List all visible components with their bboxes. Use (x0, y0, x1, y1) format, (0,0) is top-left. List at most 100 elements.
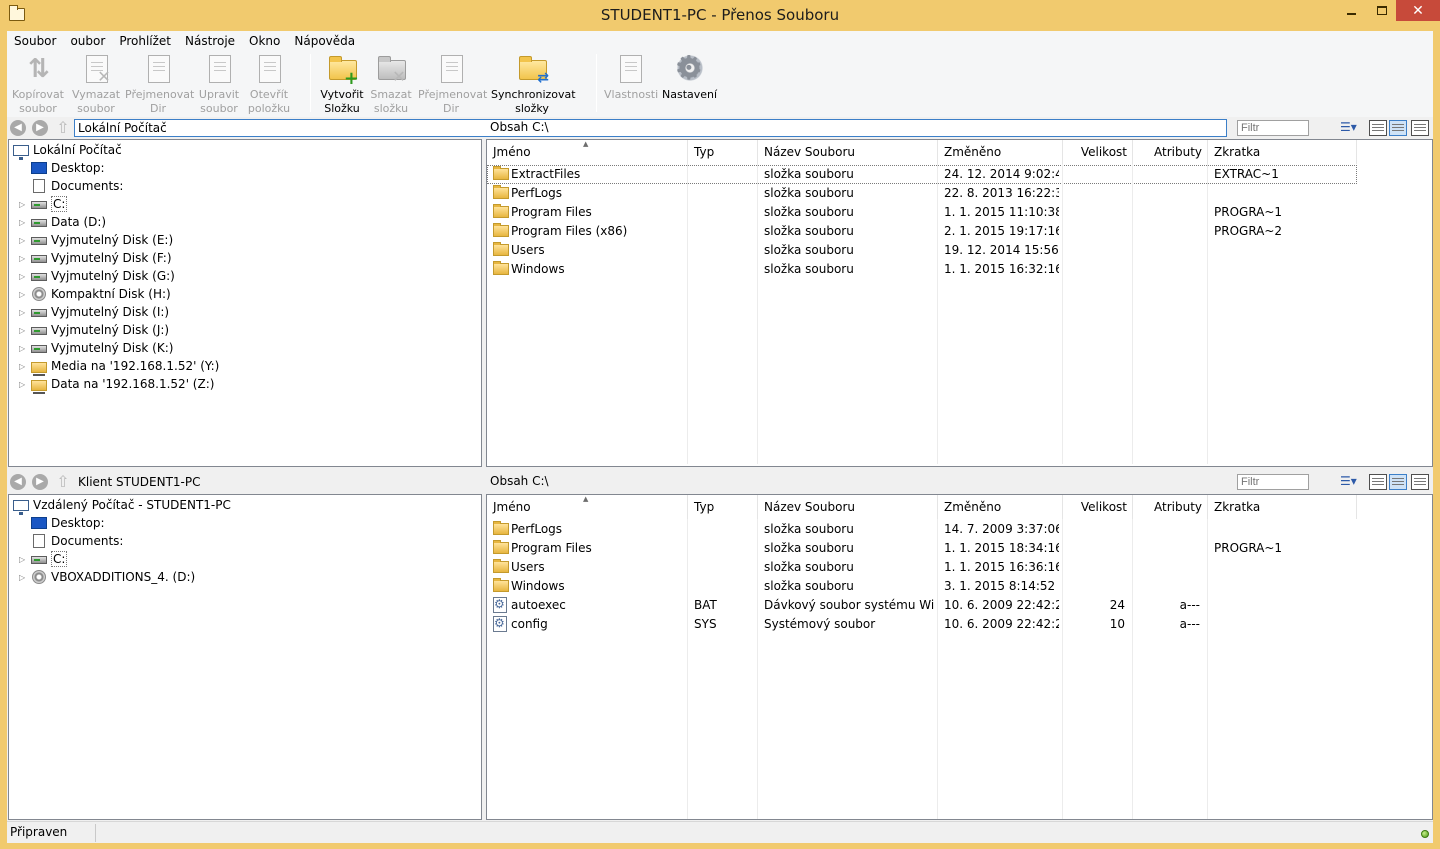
menu-prohlizet[interactable]: Prohlížet (112, 31, 178, 51)
tree-item[interactable]: ▷ Data (D:) (19, 213, 106, 231)
menu-nastroje[interactable]: Nástroje (178, 31, 242, 51)
local-filter-input[interactable] (1237, 120, 1309, 136)
tree-item[interactable]: ▷ Vyjmutelný Disk (K:) (19, 339, 173, 357)
expand-arrow-icon[interactable]: ▷ (19, 308, 31, 317)
remote-view-details-icon[interactable] (1369, 474, 1387, 490)
copy-file-button[interactable]: ⇅ Kopírovat soubor (9, 51, 67, 117)
remote-forward-button[interactable]: ▶ (32, 474, 48, 490)
tree-item[interactable]: ▷ Vyjmutelný Disk (F:) (19, 249, 172, 267)
menu-oubor[interactable]: oubor (63, 31, 112, 51)
maximize-button[interactable] (1368, 0, 1396, 21)
table-row[interactable]: Program Files složka souboru 1. 1. 2015 11… (487, 203, 1357, 222)
column-type-header[interactable]: Typ (688, 140, 758, 164)
table-row[interactable]: Windows složka souboru 1. 1. 2015 16:32:16 (487, 260, 1357, 279)
tree-item[interactable]: ▷ Media na '192.168.1.52' (Y:) (19, 357, 219, 376)
local-file-list[interactable]: Jméno ▲ Typ Název Souboru Změněno Velikost Atr… (486, 139, 1433, 467)
column-name-header[interactable]: Jméno ▲ (487, 140, 688, 164)
edit-file-button[interactable]: Upravit soubor (193, 51, 245, 117)
tree-item[interactable]: Desktop: (19, 514, 105, 532)
expand-arrow-icon[interactable]: ▷ (19, 290, 31, 299)
table-row[interactable]: PerfLogs složka souboru 14. 7. 2009 3:37:0… (487, 520, 1357, 539)
view-list-icon[interactable] (1389, 120, 1407, 136)
table-row[interactable]: ExtractFiles složka souboru 24. 12. 2014 9… (487, 165, 1357, 184)
sync-folders-button[interactable]: ⇄ Synchronizovat složky (491, 51, 576, 117)
column-size-header[interactable]: Velikost (1063, 140, 1133, 164)
settings-button[interactable]: Nastavení (662, 48, 717, 117)
tree-item[interactable]: ▷ Vyjmutelný Disk (I:) (19, 303, 169, 321)
remote-tree-pane[interactable]: Vzdálený Počítač - STUDENT1-PC Desktop: D… (8, 494, 482, 820)
column-short-name-header[interactable]: Zkratka (1208, 495, 1357, 519)
remote-view-tiles-icon[interactable] (1411, 474, 1429, 490)
table-row[interactable]: config SYS Systémový soubor 10. 6. 2009 22:… (487, 615, 1357, 634)
menu-okno[interactable]: Okno (242, 31, 287, 51)
remote-path-field[interactable]: Klient STUDENT1-PC (74, 473, 1227, 491)
tree-root-local[interactable]: Lokální Počítač (13, 141, 122, 160)
column-size-header[interactable]: Velikost (1063, 495, 1133, 519)
column-type-name-header[interactable]: Název Souboru (758, 140, 938, 164)
remote-file-list[interactable]: Jméno ▲ Typ Název Souboru Změněno Velikost Atr… (486, 494, 1433, 820)
close-button[interactable]: ✕ (1396, 0, 1440, 21)
tree-item[interactable]: Documents: (19, 177, 123, 195)
column-modified-header[interactable]: Změněno (938, 495, 1063, 519)
expand-arrow-icon[interactable]: ▷ (19, 272, 31, 281)
expand-arrow-icon[interactable]: ▷ (19, 236, 31, 245)
tree-item[interactable]: Documents: (19, 532, 123, 550)
remote-up-button[interactable]: ⇧ (54, 473, 72, 491)
local-path-field[interactable]: Lokální Počítač (74, 119, 1227, 137)
table-row[interactable]: Program Files (x86) složka souboru 2. 1. 2… (487, 222, 1357, 241)
menu-soubor[interactable]: Soubor (7, 31, 63, 51)
tree-item[interactable]: ▷ Data na '192.168.1.52' (Z:) (19, 375, 214, 394)
column-short-name-header[interactable]: Zkratka (1208, 140, 1357, 164)
expand-arrow-icon[interactable]: ▷ (19, 326, 31, 335)
column-attributes-header[interactable]: Atributy (1133, 140, 1208, 164)
expand-arrow-icon[interactable]: ▷ (19, 344, 31, 353)
column-attributes-header[interactable]: Atributy (1133, 495, 1208, 519)
remote-filter-input[interactable] (1237, 474, 1309, 490)
column-type-header[interactable]: Typ (688, 495, 758, 519)
view-details-icon[interactable] (1369, 120, 1387, 136)
rename-dir-button[interactable]: Přejmenovat Dir (125, 51, 194, 117)
remote-back-button[interactable]: ◀ (10, 474, 26, 490)
expand-arrow-icon[interactable]: ▷ (19, 200, 31, 209)
table-row[interactable]: Program Files složka souboru 1. 1. 2015 18… (487, 539, 1357, 558)
tree-item[interactable]: ▷ Vyjmutelný Disk (J:) (19, 321, 169, 339)
table-row[interactable]: Users složka souboru 1. 1. 2015 16:36:16 (487, 558, 1357, 577)
tree-item[interactable]: ▷ Vyjmutelný Disk (E:) (19, 231, 173, 249)
menu-napoveda[interactable]: Nápověda (287, 31, 362, 51)
remote-view-options-icon[interactable]: ☰▾ (1340, 474, 1358, 490)
properties-button[interactable]: Vlastnosti (604, 51, 658, 117)
tree-root-remote[interactable]: Vzdálený Počítač - STUDENT1-PC (13, 496, 231, 515)
delete-folder-button[interactable]: ✕ Smazat složku (367, 51, 415, 117)
table-row[interactable]: PerfLogs složka souboru 22. 8. 2013 16:22:… (487, 184, 1357, 203)
column-name-header[interactable]: Jméno ▲ (487, 495, 688, 519)
expand-arrow-icon[interactable]: ▷ (19, 254, 31, 263)
tree-item[interactable]: ▷ VBOXADDITIONS_4. (D:) (19, 568, 195, 586)
local-tree-pane[interactable]: Lokální Počítač Desktop: Documents: ▷ C: ▷ Da… (8, 139, 482, 467)
rename-dir-button-2[interactable]: Přejmenovat Dir (418, 51, 487, 117)
expand-arrow-icon[interactable]: ▷ (19, 362, 31, 371)
forward-button[interactable]: ▶ (32, 120, 48, 136)
delete-file-button[interactable]: ✕ Vymazat soubor (69, 51, 123, 117)
table-row[interactable]: Users složka souboru 19. 12. 2014 15:56:48 (487, 241, 1357, 260)
tree-item[interactable]: ▷ C: (19, 550, 68, 568)
expand-arrow-icon[interactable]: ▷ (19, 573, 31, 582)
column-modified-header[interactable]: Změněno (938, 140, 1063, 164)
tree-item[interactable]: ▷ Vyjmutelný Disk (G:) (19, 267, 175, 285)
view-options-icon[interactable]: ☰▾ (1340, 120, 1358, 136)
create-folder-button[interactable]: + Vytvořit Složku (317, 51, 367, 117)
column-type-name-header[interactable]: Název Souboru (758, 495, 938, 519)
view-tiles-icon[interactable] (1411, 120, 1429, 136)
tree-item[interactable]: ▷ Kompaktní Disk (H:) (19, 285, 171, 303)
tree-item[interactable]: ▷ C: (19, 195, 68, 213)
back-button[interactable]: ◀ (10, 120, 26, 136)
expand-arrow-icon[interactable]: ▷ (19, 555, 31, 564)
minimize-button[interactable] (1334, 0, 1368, 21)
up-button[interactable]: ⇧ (54, 119, 72, 137)
expand-arrow-icon[interactable]: ▷ (19, 380, 31, 389)
open-item-button[interactable]: Otevřít položku (245, 51, 293, 117)
expand-arrow-icon[interactable]: ▷ (19, 218, 31, 227)
tree-item[interactable]: Desktop: (19, 159, 105, 177)
remote-view-list-icon[interactable] (1389, 474, 1407, 490)
table-row[interactable]: Windows složka souboru 3. 1. 2015 8:14:52 (487, 577, 1357, 596)
table-row[interactable]: autoexec BAT Dávkový soubor systému Win...… (487, 596, 1357, 615)
